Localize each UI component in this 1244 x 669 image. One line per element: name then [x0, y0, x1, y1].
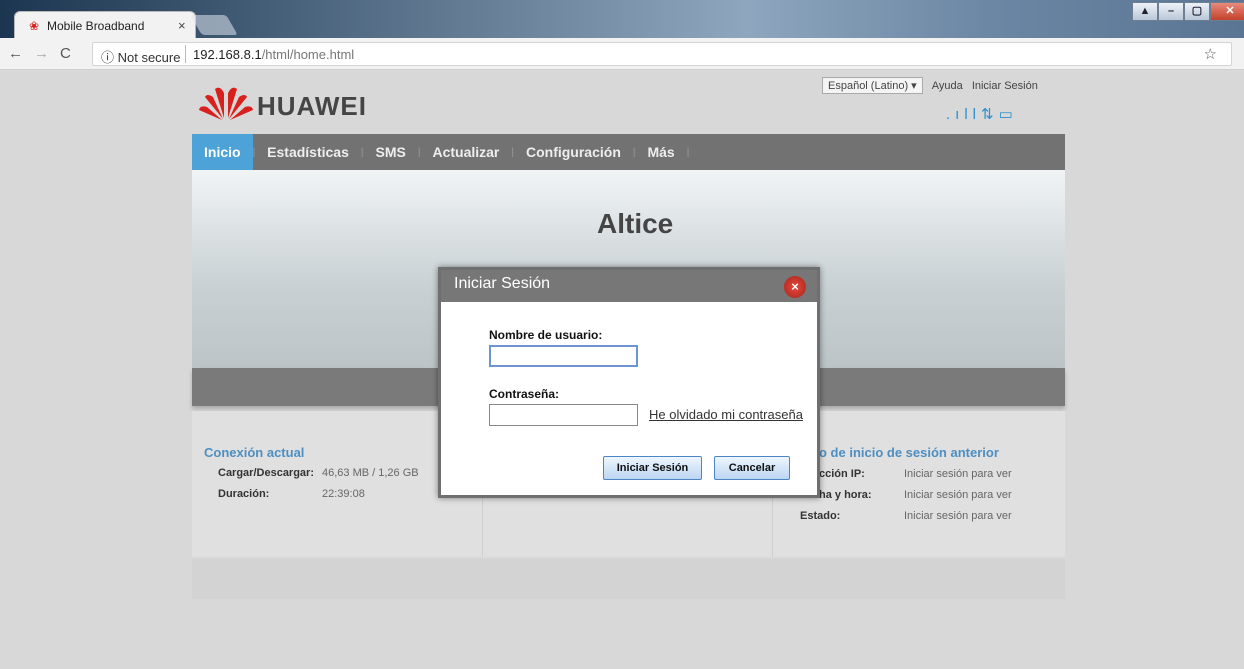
username-label: Nombre de usuario:: [489, 328, 603, 342]
security-indicator[interactable]: ⓘ Not secure: [101, 47, 180, 66]
datetime-label: ha y hora:: [819, 489, 872, 501]
upload-download-label: Cargar/Descargar:: [218, 467, 314, 479]
close-window-icon[interactable]: ✕: [1210, 2, 1244, 21]
nav-estadisticas[interactable]: Estadísticas: [255, 134, 361, 170]
nav-mas[interactable]: Más: [635, 134, 686, 170]
huawei-logo: HUAWEI: [197, 83, 377, 123]
nav-inicio[interactable]: Inicio: [192, 134, 253, 170]
help-link[interactable]: Ayuda: [932, 80, 963, 92]
operator-name: Altice: [597, 208, 674, 239]
signal-strength-icon: .ıll: [946, 106, 981, 123]
reload-icon[interactable]: C: [60, 45, 71, 62]
dialog-header: Iniciar Sesión ×: [441, 270, 817, 302]
maximize-icon[interactable]: ▢: [1184, 2, 1210, 21]
huawei-petal-icon: [199, 87, 253, 120]
page-footer: [192, 559, 1065, 599]
status-value: Iniciar sesión para ver: [904, 510, 1012, 522]
url-host: 192.168.8.1: [193, 47, 262, 62]
huawei-favicon-icon: ❀: [29, 19, 40, 33]
cancel-button[interactable]: Cancelar: [714, 456, 790, 480]
login-button[interactable]: Iniciar Sesión: [603, 456, 702, 480]
main-nav: Inicio | Estadísticas | SMS | Actualizar…: [192, 134, 1065, 170]
bookmark-star-icon[interactable]: ☆: [1204, 45, 1217, 63]
username-input[interactable]: [489, 345, 638, 367]
language-select[interactable]: Español (Latino) ▾: [822, 77, 923, 94]
tab-close-icon[interactable]: ×: [178, 18, 186, 33]
status-icons: .ıll⇅▭: [946, 105, 1018, 123]
nav-actualizar[interactable]: Actualizar: [420, 134, 511, 170]
address-bar-row: ← → C ⓘ Not secure 192.168.8.1/html/home…: [0, 38, 1244, 98]
password-label: Contraseña:: [489, 387, 560, 401]
ip-value: Iniciar sesión para ver: [904, 468, 1012, 480]
nav-configuracion[interactable]: Configuración: [514, 134, 633, 170]
duration-value: 22:39:08: [322, 488, 365, 500]
url-field[interactable]: ⓘ Not secure 192.168.8.1/html/home.html …: [92, 42, 1232, 66]
login-link[interactable]: Iniciar Sesión: [972, 80, 1038, 92]
window-controls: ▲ – ▢ ✕: [1132, 2, 1244, 22]
current-connection-heading: Conexión actual: [204, 445, 305, 460]
password-input[interactable]: [489, 404, 638, 426]
back-icon[interactable]: ←: [8, 45, 23, 62]
tab-title: Mobile Broadband: [47, 19, 145, 33]
upload-download-value: 46,63 MB / 1,26 GB: [322, 467, 419, 479]
nav-sms[interactable]: SMS: [364, 134, 418, 170]
status-label: Estado:: [800, 510, 841, 522]
logo-text: HUAWEI: [257, 91, 367, 121]
window-title-bar: ❀ Mobile Broadband × ▲ – ▢ ✕: [0, 0, 1244, 38]
login-dialog: Iniciar Sesión × Nombre de usuario: Cont…: [438, 267, 820, 498]
data-transfer-icon: ⇅: [981, 106, 999, 123]
previous-login-heading: o de inicio de sesión anterior: [819, 445, 999, 460]
browser-tab[interactable]: ❀ Mobile Broadband ×: [14, 11, 196, 38]
user-icon[interactable]: ▲: [1132, 2, 1158, 21]
device-icon: ▭: [998, 106, 1018, 123]
top-links: Español (Latino) ▾ Ayuda Iniciar Sesión: [822, 77, 1038, 94]
forgot-password-link[interactable]: He olvidado mi contraseña: [649, 407, 803, 422]
duration-label: Duración:: [218, 488, 270, 500]
url-text: 192.168.8.1/html/home.html: [193, 47, 354, 62]
minimize-icon[interactable]: –: [1158, 2, 1184, 21]
forward-icon[interactable]: →: [34, 45, 49, 62]
url-path: /html/home.html: [261, 47, 355, 62]
dialog-close-icon[interactable]: ×: [784, 276, 806, 298]
ip-label: cción IP:: [819, 468, 865, 480]
new-tab-button[interactable]: [190, 15, 238, 35]
dialog-title: Iniciar Sesión: [454, 275, 551, 292]
datetime-value: Iniciar sesión para ver: [904, 489, 1012, 501]
